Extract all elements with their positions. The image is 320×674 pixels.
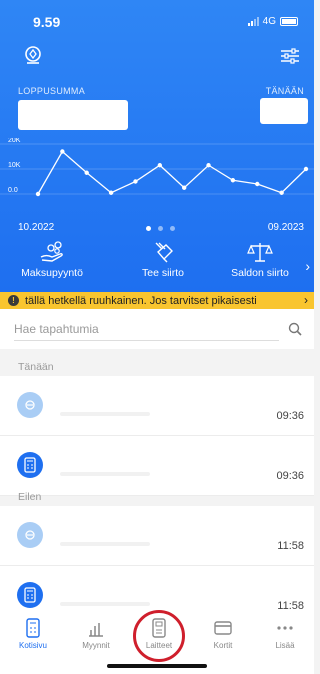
redacted-description — [60, 542, 150, 546]
more-dots-icon — [277, 626, 293, 630]
data-point[interactable] — [60, 149, 65, 154]
data-point[interactable] — [230, 178, 236, 183]
chevron-right-icon[interactable]: › — [305, 258, 310, 274]
transaction-row[interactable]: 09:36 — [0, 376, 314, 436]
quick-actions: Maksupyyntö Tee siirto Saldon siirto › — [0, 240, 314, 290]
chart-end-date: 09.2023 — [267, 222, 304, 233]
data-point[interactable] — [157, 163, 163, 168]
total-label: LOPPUSUMMA — [18, 86, 86, 96]
nav-home[interactable]: Kotisivu — [2, 618, 64, 650]
redacted-description — [60, 602, 150, 606]
signal-icon — [247, 17, 259, 26]
home-indicator — [107, 664, 207, 668]
redacted-total-amount — [18, 100, 128, 130]
transfer-icon — [155, 242, 173, 263]
scales-icon — [247, 243, 273, 262]
banner-text: tällä hetkellä ruuhkainen. Jos tarvitset… — [25, 294, 257, 307]
transaction-row[interactable]: 11:58 — [0, 506, 314, 566]
status-time: 9.59 — [33, 14, 61, 30]
battery-icon — [280, 17, 298, 26]
action-label: Tee siirto — [141, 267, 184, 279]
redacted-description — [60, 412, 150, 416]
hand-coins-icon — [40, 241, 63, 262]
nav-label: Kotisivu — [18, 641, 47, 650]
chart-start-date: 10.2022 — [18, 222, 55, 233]
pending-payment-icon — [17, 392, 43, 418]
nav-cards[interactable]: Kortit — [192, 618, 254, 650]
data-point[interactable] — [279, 190, 284, 195]
sales-line-chart: 20K 10K 0.0 — [0, 138, 314, 197]
bar-chart-icon — [89, 623, 103, 637]
transaction-time: 09:36 — [276, 410, 304, 422]
carousel-dot[interactable] — [170, 226, 175, 231]
highlight-circle-annotation — [133, 610, 185, 662]
carousel-dot[interactable] — [146, 226, 151, 231]
app-logo-icon[interactable] — [22, 44, 44, 66]
section-header-yesterday: Eilen — [18, 491, 42, 503]
network-label: 4G — [262, 16, 276, 27]
transaction-time: 09:36 — [276, 470, 304, 482]
data-point[interactable] — [133, 179, 138, 184]
card-icon — [214, 621, 232, 635]
search-input[interactable] — [14, 317, 279, 341]
nav-label: Myynnit — [82, 641, 110, 650]
redacted-description — [60, 472, 150, 476]
status-bar: 9.59 4G — [0, 10, 314, 32]
payment-request-button[interactable]: Maksupyyntö — [12, 240, 92, 279]
status-indicators: 4G — [247, 16, 298, 27]
carousel-dots[interactable] — [146, 226, 175, 231]
nav-sales[interactable]: Myynnit — [65, 618, 127, 650]
data-point[interactable] — [108, 190, 114, 195]
redacted-today-amount — [260, 98, 308, 124]
transaction-row[interactable]: 09:36 — [0, 436, 314, 496]
transaction-time: 11:58 — [277, 540, 304, 552]
transaction-search — [0, 309, 314, 349]
data-point[interactable] — [206, 163, 211, 168]
data-point[interactable] — [303, 166, 309, 172]
section-header-today: Tänään — [18, 361, 54, 373]
carousel-dot[interactable] — [158, 226, 163, 231]
dashboard-header: 9.59 4G LOPPUSUMMA TÄNÄÄN 20K 10K 0.0 10.2… — [0, 0, 314, 292]
y-tick-label: 20K — [8, 138, 21, 144]
nav-label: Kortit — [213, 641, 233, 650]
pending-payment-icon — [17, 522, 43, 548]
warning-icon: ! — [8, 295, 19, 306]
chevron-right-icon[interactable]: › — [304, 293, 308, 307]
service-notice-banner[interactable]: ! tällä hetkellä ruuhkainen. Jos tarvits… — [0, 292, 314, 309]
search-icon[interactable] — [288, 322, 302, 336]
action-label: Saldon siirto — [231, 267, 289, 279]
filter-settings-icon[interactable] — [280, 47, 300, 65]
balance-transfer-button[interactable]: Saldon siirto — [220, 240, 300, 279]
pos-terminal-icon — [17, 452, 43, 478]
series-line — [37, 150, 307, 195]
y-tick-label: 10K — [8, 162, 21, 169]
pos-terminal-icon — [17, 582, 43, 608]
today-label: TÄNÄÄN — [265, 86, 304, 96]
data-point[interactable] — [35, 191, 41, 197]
pos-home-icon — [26, 618, 40, 638]
action-label: Maksupyyntö — [21, 267, 83, 279]
data-point[interactable] — [181, 185, 187, 190]
y-tick-label: 0.0 — [8, 187, 18, 194]
nav-more[interactable]: Lisää — [254, 618, 316, 650]
nav-label: Lisää — [275, 641, 295, 650]
make-transfer-button[interactable]: Tee siirto — [123, 240, 203, 279]
data-point[interactable] — [84, 170, 89, 175]
data-point[interactable] — [255, 181, 260, 187]
